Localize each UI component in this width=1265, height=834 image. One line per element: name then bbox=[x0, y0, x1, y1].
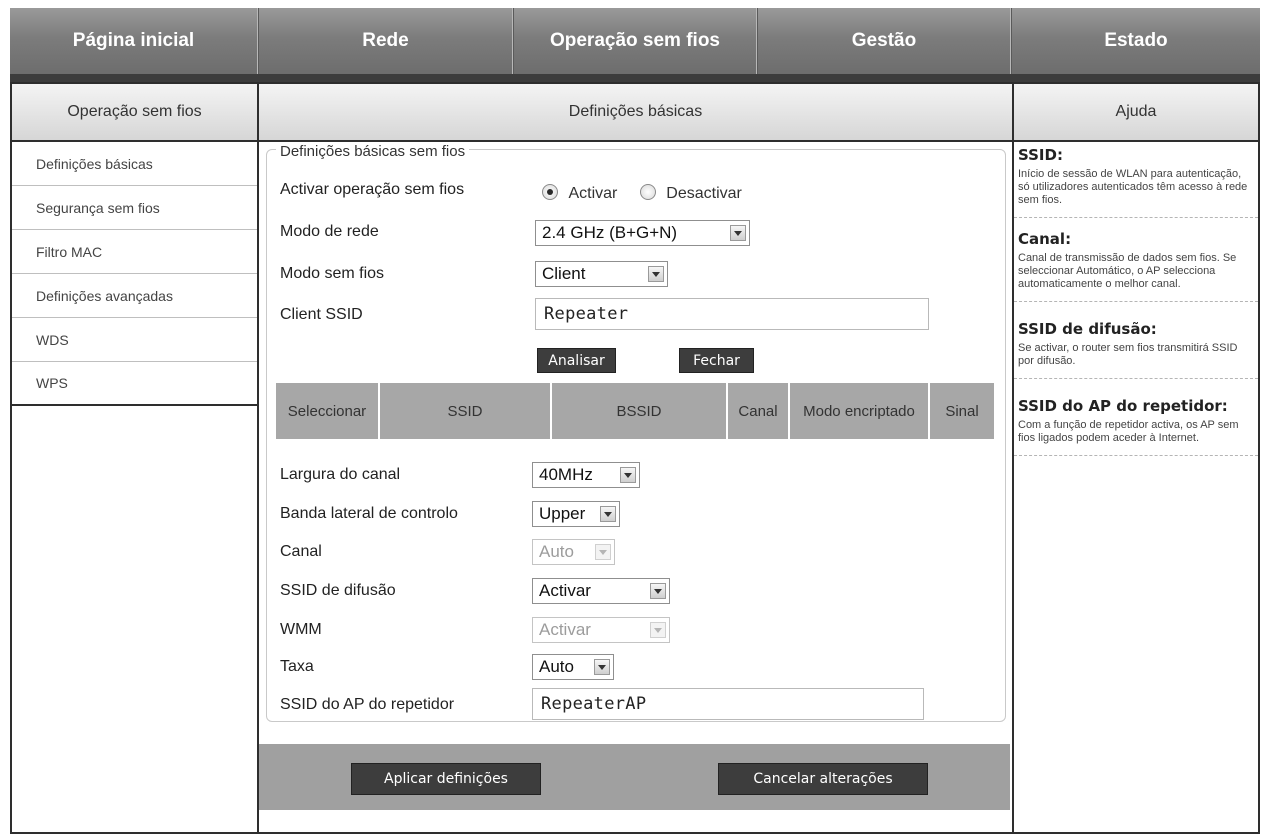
chevron-down-icon bbox=[620, 467, 636, 483]
rate-value: Auto bbox=[539, 657, 574, 676]
tab-management[interactable]: Gestão bbox=[757, 8, 1011, 74]
tab-wireless[interactable]: Operação sem fios bbox=[513, 8, 757, 74]
help-title: Ajuda bbox=[1014, 82, 1258, 142]
help-section-repeater: SSID do AP do repetidor: Com a função de… bbox=[1014, 379, 1258, 456]
sidebar: Operação sem fios Definições básicas Seg… bbox=[10, 82, 259, 834]
page-title: Definições básicas bbox=[259, 82, 1012, 142]
ssid-broadcast-select[interactable]: Activar bbox=[532, 578, 670, 604]
channel-value: Auto bbox=[539, 542, 574, 561]
tab-status[interactable]: Estado bbox=[1011, 8, 1260, 74]
ssid-broadcast-value: Activar bbox=[539, 581, 591, 600]
sidebar-item-mac-filter[interactable]: Filtro MAC bbox=[12, 230, 257, 274]
channel-width-select[interactable]: 40MHz bbox=[532, 462, 640, 488]
cancel-changes-button[interactable]: Cancelar alterações bbox=[718, 763, 928, 795]
help-heading: Canal: bbox=[1018, 230, 1072, 248]
help-text: Se activar, o router sem fios transmitir… bbox=[1018, 342, 1238, 367]
chevron-down-icon bbox=[648, 266, 664, 282]
sideband-select[interactable]: Upper bbox=[532, 501, 620, 527]
col-encryption: Modo encriptado bbox=[790, 383, 930, 439]
wmm-select[interactable]: Activar bbox=[532, 617, 670, 643]
help-heading: SSID: bbox=[1018, 146, 1063, 164]
help-section-ssid-broadcast: SSID de difusão: Se activar, o router se… bbox=[1014, 302, 1258, 379]
col-signal: Sinal bbox=[945, 402, 979, 420]
network-mode-label: Modo de rede bbox=[280, 223, 379, 240]
sidebar-title: Operação sem fios bbox=[12, 82, 257, 142]
col-channel: Canal bbox=[728, 383, 790, 439]
help-heading: SSID de difusão: bbox=[1018, 320, 1157, 338]
client-ssid-label: Client SSID bbox=[280, 306, 363, 323]
top-navigation: Página inicial Rede Operação sem fios Ge… bbox=[10, 8, 1260, 74]
tab-home[interactable]: Página inicial bbox=[10, 8, 258, 74]
apply-settings-button[interactable]: Aplicar definições bbox=[351, 763, 541, 795]
close-button[interactable]: Fechar bbox=[679, 348, 754, 373]
wireless-mode-select[interactable]: Client bbox=[535, 261, 668, 287]
sidebar-item-wps[interactable]: WPS bbox=[12, 362, 257, 406]
sideband-value: Upper bbox=[539, 504, 586, 523]
chevron-down-icon bbox=[650, 622, 666, 638]
help-text: Canal de transmissão de dados sem fios. … bbox=[1018, 252, 1237, 290]
col-select: Seleccionar bbox=[276, 383, 380, 439]
sidebar-item-basic-settings[interactable]: Definições básicas bbox=[12, 142, 257, 186]
fieldset-legend: Definições básicas sem fios bbox=[276, 143, 470, 160]
chevron-down-icon bbox=[650, 583, 666, 599]
scan-results-header: Seleccionar SSID BSSID Canal Modo encrip… bbox=[276, 383, 994, 439]
chevron-down-icon bbox=[594, 659, 610, 675]
channel-width-label: Largura do canal bbox=[280, 466, 401, 483]
scan-button[interactable]: Analisar bbox=[537, 348, 616, 373]
rate-label: Taxa bbox=[280, 658, 314, 675]
radio-disable-label: Desactivar bbox=[666, 185, 742, 202]
col-ssid: SSID bbox=[380, 383, 552, 439]
sidebar-item-wireless-security[interactable]: Segurança sem fios bbox=[12, 186, 257, 230]
client-ssid-input[interactable]: Repeater bbox=[535, 298, 929, 330]
wmm-label: WMM bbox=[280, 621, 322, 638]
channel-select[interactable]: Auto bbox=[532, 539, 615, 565]
repeater-ssid-input[interactable]: RepeaterAP bbox=[532, 688, 924, 720]
rate-select[interactable]: Auto bbox=[532, 654, 614, 680]
help-section-channel: Canal: Canal de transmissão de dados sem… bbox=[1014, 218, 1258, 302]
nav-divider bbox=[10, 74, 1260, 82]
channel-width-value: 40MHz bbox=[539, 465, 593, 484]
help-text: Início de sessão de WLAN para autenticaç… bbox=[1018, 168, 1248, 206]
chevron-down-icon bbox=[595, 544, 611, 560]
basic-wireless-fieldset: Definições básicas sem fios Activar oper… bbox=[266, 143, 1006, 722]
radio-enable[interactable] bbox=[542, 184, 558, 200]
enable-wireless-label: Activar operação sem fios bbox=[280, 181, 465, 198]
tab-network[interactable]: Rede bbox=[258, 8, 513, 74]
action-bar: Aplicar definições Cancelar alterações bbox=[259, 744, 1010, 810]
network-mode-value: 2.4 GHz (B+G+N) bbox=[542, 223, 678, 242]
wireless-mode-label: Modo sem fios bbox=[280, 265, 385, 282]
help-panel: Ajuda SSID: Início de sessão de WLAN par… bbox=[1012, 82, 1260, 834]
network-mode-select[interactable]: 2.4 GHz (B+G+N) bbox=[535, 220, 750, 246]
radio-disable[interactable] bbox=[639, 184, 656, 200]
enable-radio-group: Activar Desactivar bbox=[542, 184, 742, 203]
channel-label: Canal bbox=[280, 543, 322, 560]
chevron-down-icon bbox=[730, 225, 746, 241]
help-text: Com a função de repetidor activa, os AP … bbox=[1018, 419, 1239, 444]
repeater-ssid-label: SSID do AP do repetidor bbox=[280, 696, 455, 713]
radio-enable-label: Activar bbox=[568, 185, 618, 202]
wmm-value: Activar bbox=[539, 620, 591, 639]
sideband-label: Banda lateral de controlo bbox=[280, 505, 458, 522]
col-bssid: BSSID bbox=[552, 383, 728, 439]
sidebar-item-wds[interactable]: WDS bbox=[12, 318, 257, 362]
sidebar-item-advanced-settings[interactable]: Definições avançadas bbox=[12, 274, 257, 318]
chevron-down-icon bbox=[600, 506, 616, 522]
help-heading: SSID do AP do repetidor: bbox=[1018, 397, 1228, 415]
wireless-mode-value: Client bbox=[542, 264, 586, 283]
ssid-broadcast-label: SSID de difusão bbox=[280, 582, 396, 599]
help-section-ssid: SSID: Início de sessão de WLAN para aute… bbox=[1014, 142, 1258, 218]
main-panel: Definições básicas Definições básicas se… bbox=[259, 82, 1014, 834]
